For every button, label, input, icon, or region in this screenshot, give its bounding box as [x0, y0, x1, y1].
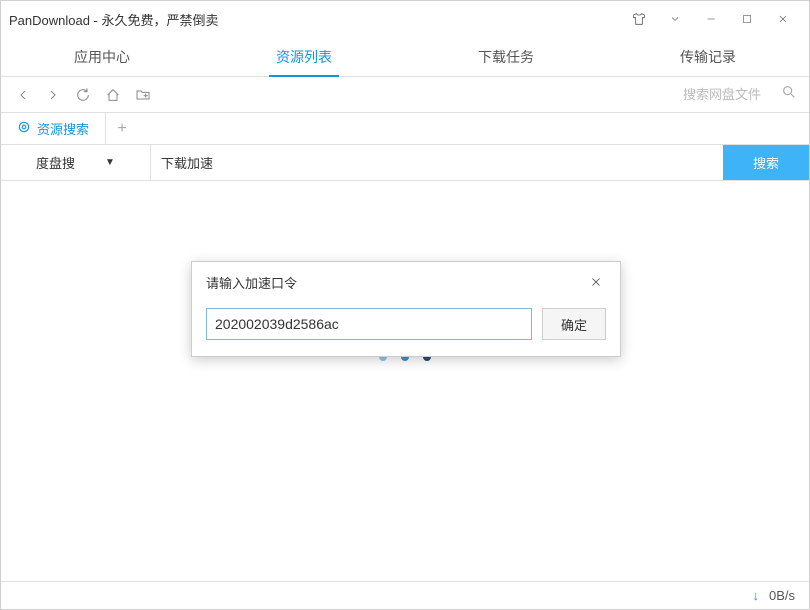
- search-button-label: 搜索: [753, 153, 779, 172]
- home-button[interactable]: [101, 83, 125, 107]
- tab-label: 传输记录: [680, 47, 736, 67]
- tab-label: 下载任务: [478, 47, 534, 67]
- tab-resource-list[interactable]: 资源列表: [203, 37, 405, 76]
- dialog-title: 请输入加速口令: [206, 273, 586, 292]
- tab-transfer-log[interactable]: 传输记录: [607, 37, 809, 76]
- engine-select[interactable]: 度盘搜 ▼: [1, 145, 151, 180]
- search-row: 度盘搜 ▼ 搜索: [1, 145, 809, 181]
- window-title: PanDownload - 永久免费，严禁倒卖: [9, 10, 621, 29]
- tab-label: 资源列表: [276, 47, 332, 67]
- tab-app-center[interactable]: 应用中心: [1, 37, 203, 76]
- refresh-button[interactable]: [71, 83, 95, 107]
- main-tabs: 应用中心 资源列表 下载任务 传输记录: [1, 37, 809, 77]
- toolbar: [1, 77, 809, 113]
- tab-download-tasks[interactable]: 下载任务: [405, 37, 607, 76]
- theme-icon[interactable]: [621, 4, 657, 34]
- dialog-close-button[interactable]: [586, 272, 606, 292]
- confirm-label: 确定: [561, 318, 587, 333]
- tab-label: 应用中心: [74, 47, 130, 67]
- dialog-confirm-button[interactable]: 确定: [542, 308, 606, 340]
- close-button[interactable]: [765, 4, 801, 34]
- speed-label: 0B/s: [769, 588, 795, 603]
- chevron-down-icon: ▼: [105, 157, 115, 168]
- maximize-button[interactable]: [729, 4, 765, 34]
- new-folder-button[interactable]: [131, 83, 155, 107]
- search-button[interactable]: 搜索: [723, 145, 809, 180]
- add-tab-button[interactable]: +: [106, 113, 138, 144]
- engine-label: 度盘搜: [36, 153, 75, 172]
- accelerate-dialog: 请输入加速口令 确定: [191, 261, 621, 357]
- search-icon[interactable]: [781, 84, 797, 105]
- content-area: 请输入加速口令 确定: [1, 181, 809, 583]
- back-button[interactable]: [11, 83, 35, 107]
- dialog-input[interactable]: [206, 308, 532, 340]
- target-icon: [17, 120, 31, 137]
- minimize-button[interactable]: [693, 4, 729, 34]
- subtabs: 资源搜索 +: [1, 113, 809, 145]
- keyword-input[interactable]: [161, 155, 713, 170]
- pan-search-input[interactable]: [683, 87, 773, 102]
- subtab-label: 资源搜索: [37, 119, 89, 138]
- forward-button[interactable]: [41, 83, 65, 107]
- dropdown-icon[interactable]: [657, 4, 693, 34]
- download-icon: ↓: [752, 588, 759, 603]
- subtab-resource-search[interactable]: 资源搜索: [1, 113, 106, 144]
- titlebar: PanDownload - 永久免费，严禁倒卖: [1, 1, 809, 37]
- statusbar: ↓ 0B/s: [1, 581, 809, 609]
